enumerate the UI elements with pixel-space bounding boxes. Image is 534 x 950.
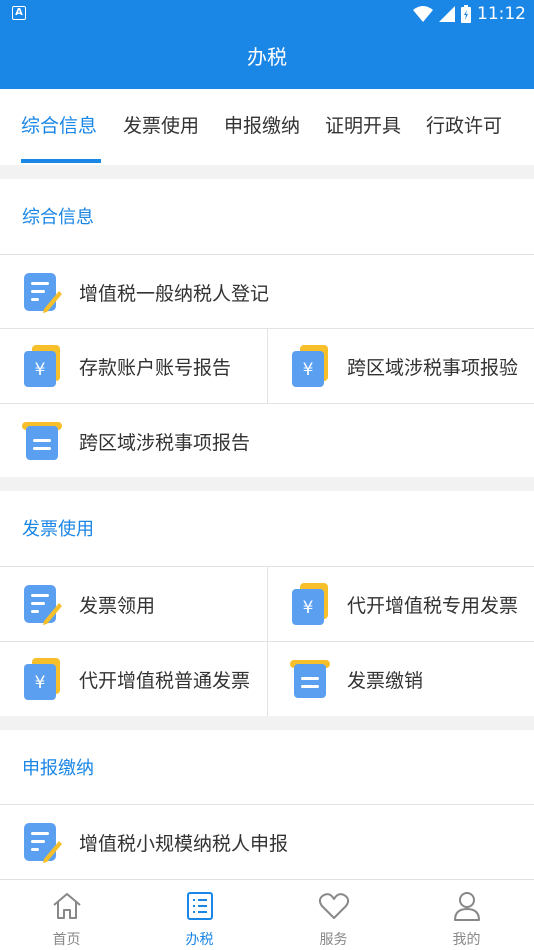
section-title: 发票使用 [22, 519, 94, 540]
service-item-invoice-collection[interactable]: 发票领用 [0, 567, 267, 641]
service-item-label: 代开增值税普通发票 [79, 670, 251, 692]
service-item-label: 跨区域涉税事项报验 [347, 357, 519, 379]
service-item-deposit-account-report[interactable]: 存款账户账号报告 [0, 329, 267, 403]
service-item-vat-general-registration[interactable]: 增值税一般纳税人登记 [0, 255, 534, 329]
user-icon [453, 892, 480, 921]
wifi-icon [413, 6, 433, 22]
nav-mine[interactable]: 我的 [400, 880, 533, 950]
tab-general-info[interactable]: 综合信息 [21, 111, 97, 138]
tab-active-indicator [21, 159, 101, 163]
section-general-info: 综合信息 增值税一般纳税人登记 存款账户账号报告 跨区域涉税事项报验 跨区域涉税… [0, 179, 534, 477]
battery-icon [461, 5, 471, 23]
list-doc-icon [22, 420, 62, 462]
tab-bar: 综合信息 发票使用 申报缴纳 证明开具 行政许可 [0, 89, 534, 165]
heart-icon [318, 893, 349, 919]
service-item-label: 跨区域涉税事项报告 [79, 432, 251, 454]
section-invoice-usage: 发票使用 发票领用 代开增值税专用发票 代开增值税普通发票 发票缴销 [0, 491, 534, 716]
form-edit-icon [22, 583, 62, 625]
service-item-label: 发票领用 [79, 595, 156, 617]
service-item-small-scale-vat-filing[interactable]: 增值税小规模纳税人申报 [0, 805, 534, 879]
nav-label: 服务 [319, 932, 348, 948]
service-item-label: 存款账户账号报告 [79, 357, 232, 379]
form-edit-icon [22, 271, 62, 313]
clock: 11:12 [477, 4, 526, 24]
section-title: 申报缴纳 [22, 758, 94, 779]
home-icon [52, 893, 81, 919]
section-filing-payment: 申报缴纳 增值税小规模纳税人申报 [0, 730, 534, 879]
yuan-doc-icon [290, 583, 330, 625]
service-item-cross-region-inspection[interactable]: 跨区域涉税事项报验 [268, 329, 534, 403]
service-item-label: 代开增值税专用发票 [347, 595, 519, 617]
page-title: 办税 [0, 28, 534, 89]
yuan-doc-icon [290, 345, 330, 387]
system-indicators: 11:12 [413, 4, 526, 24]
service-item-vat-ordinary-invoice[interactable]: 代开增值税普通发票 [0, 642, 267, 716]
service-item-label: 增值税小规模纳税人申报 [79, 833, 289, 855]
bottom-nav: 首页 办税 服务 我的 [0, 879, 534, 950]
status-bar: A 11:12 [0, 0, 534, 28]
signal-icon [439, 6, 455, 22]
nav-tax[interactable]: 办税 [133, 880, 266, 950]
list-doc-icon [290, 658, 330, 700]
service-item-invoice-cancellation[interactable]: 发票缴销 [268, 642, 534, 716]
yuan-doc-icon [22, 345, 62, 387]
nav-label: 我的 [452, 932, 481, 948]
service-item-cross-region-report[interactable]: 跨区域涉税事项报告 [0, 404, 534, 478]
yuan-doc-icon [22, 658, 62, 700]
tab-invoice-usage[interactable]: 发票使用 [123, 111, 199, 138]
tab-admin-license[interactable]: 行政许可 [426, 111, 502, 138]
nav-home[interactable]: 首页 [0, 880, 133, 950]
nav-label: 首页 [52, 932, 81, 948]
nav-label: 办税 [185, 932, 214, 948]
section-title: 综合信息 [22, 207, 94, 228]
tab-certificates[interactable]: 证明开具 [325, 111, 401, 138]
list-icon [186, 892, 213, 920]
tab-filing-payment[interactable]: 申报缴纳 [224, 111, 300, 138]
service-item-label: 发票缴销 [347, 670, 424, 692]
app-notification-icon: A [12, 6, 26, 20]
nav-service[interactable]: 服务 [267, 880, 400, 950]
service-item-vat-special-invoice[interactable]: 代开增值税专用发票 [268, 567, 534, 641]
form-edit-icon [22, 821, 62, 863]
service-item-label: 增值税一般纳税人登记 [79, 283, 270, 305]
